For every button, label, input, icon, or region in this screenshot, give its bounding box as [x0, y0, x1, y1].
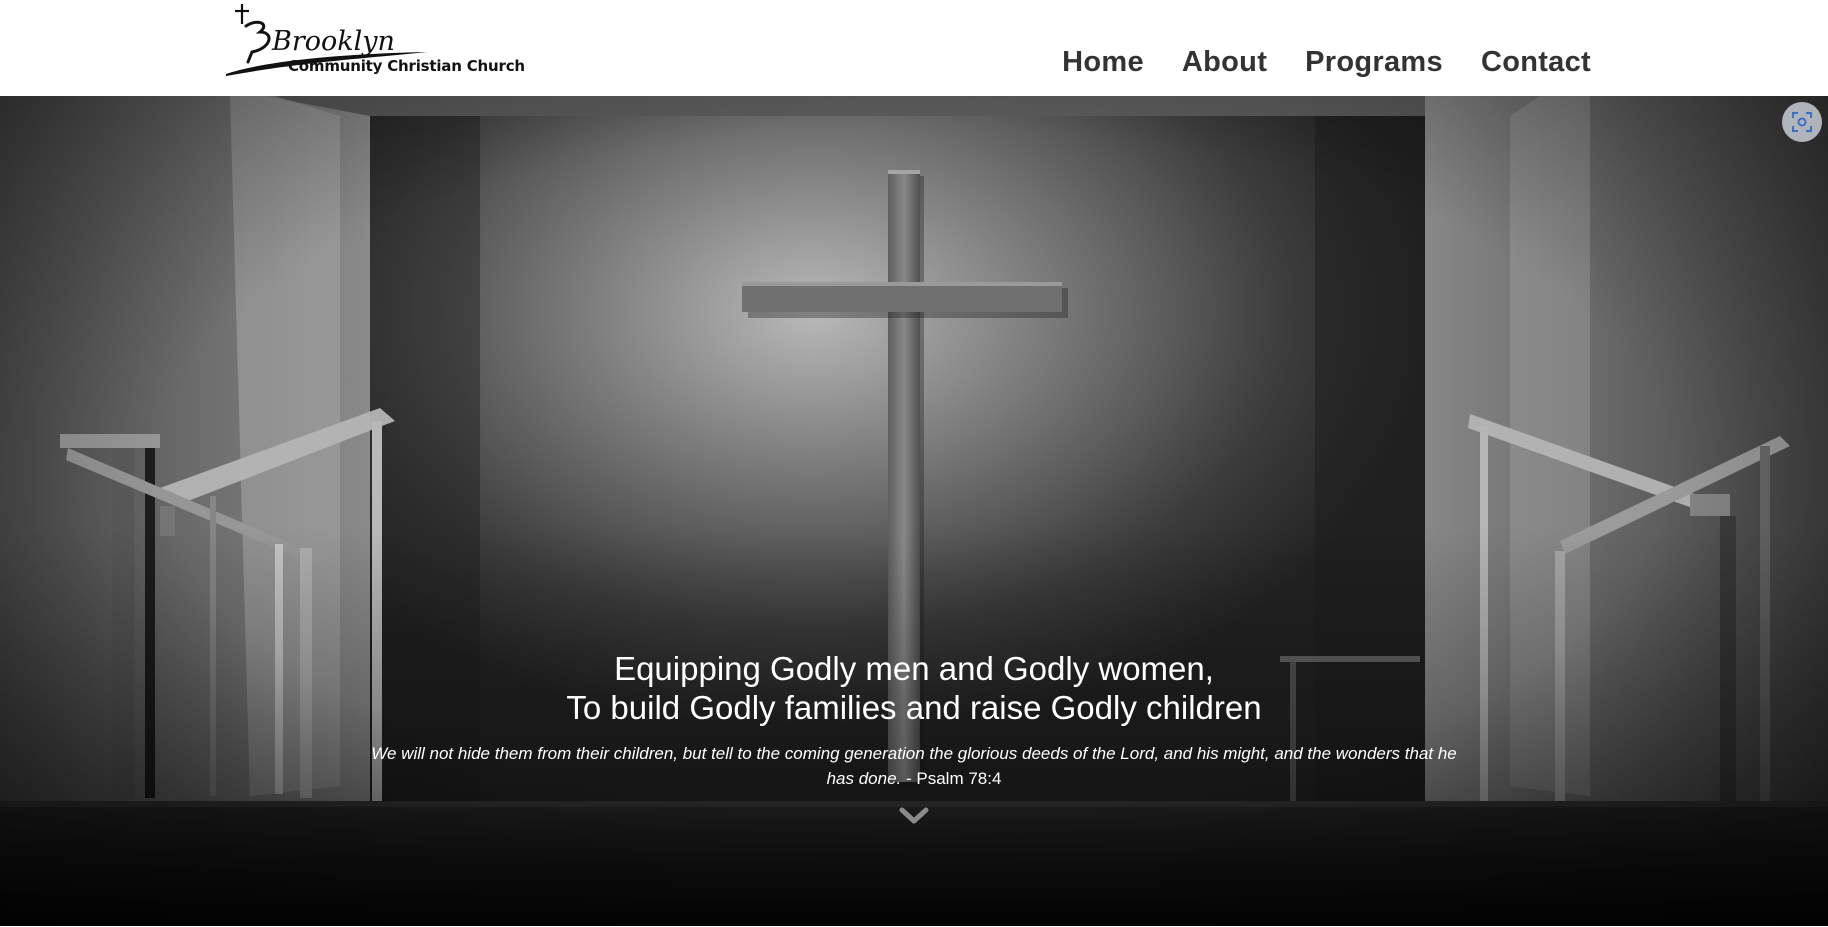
nav-home[interactable]: Home: [1062, 46, 1144, 79]
hero-headline: Equipping Godly men and Godly women, To …: [0, 649, 1828, 727]
site-header: Brooklyn Community Christian Church Home…: [0, 0, 1828, 96]
hero-banner: Equipping Godly men and Godly women, To …: [0, 96, 1828, 926]
hero-text-block: Equipping Godly men and Godly women, To …: [0, 649, 1828, 791]
nav-programs[interactable]: Programs: [1305, 46, 1443, 79]
logo-subtitle: Community Christian Church: [288, 57, 525, 75]
image-zoom-button[interactable]: [1782, 102, 1822, 142]
scroll-down-button[interactable]: [898, 806, 930, 831]
headline-line-1: Equipping Godly men and Godly women,: [614, 650, 1214, 687]
main-nav: Home About Programs Contact: [1062, 46, 1591, 79]
focus-zoom-icon: [1792, 112, 1812, 132]
logo-script-text: Brooklyn: [271, 26, 395, 57]
nav-about[interactable]: About: [1182, 46, 1267, 79]
church-logo[interactable]: Brooklyn Community Christian Church: [222, 2, 525, 82]
hero-background-image: [0, 96, 1828, 926]
scripture-verse: We will not hide them from their childre…: [359, 741, 1469, 791]
nav-contact[interactable]: Contact: [1481, 46, 1591, 79]
headline-line-2: To build Godly families and raise Godly …: [566, 689, 1262, 726]
chevron-down-icon: [899, 807, 929, 824]
verse-reference: - Psalm 78:4: [901, 769, 1002, 788]
